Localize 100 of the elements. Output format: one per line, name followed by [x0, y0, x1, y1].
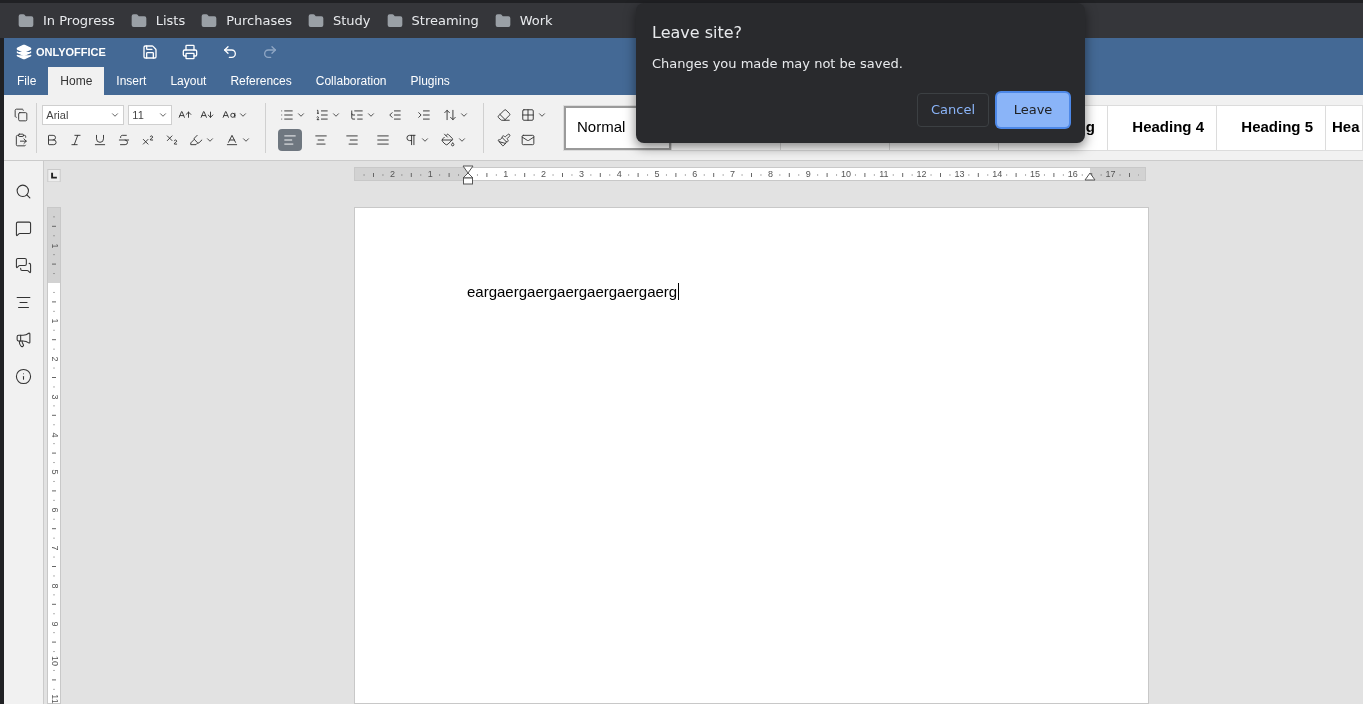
chat-icon[interactable] — [15, 257, 32, 274]
dialog-title: Leave site? — [652, 23, 744, 43]
save-icon — [142, 44, 158, 60]
ruler-number: 17 — [1105, 168, 1116, 180]
ruler-number: 9 — [805, 168, 811, 180]
multilevel-list-icon — [349, 108, 364, 122]
undo-icon — [222, 44, 238, 60]
ruler-number: 3 — [49, 394, 59, 400]
paintbrush-icon — [497, 133, 511, 147]
ruler-number: 8 — [767, 168, 773, 180]
align-center-icon — [313, 133, 328, 147]
indent-icon — [416, 108, 431, 122]
ruler-number: 7 — [730, 168, 736, 180]
search-icon[interactable] — [15, 183, 32, 200]
app-logo: ONLYOFFICE — [36, 44, 106, 60]
caret-icon — [537, 110, 547, 120]
caret-icon — [158, 110, 169, 120]
style-preset[interactable]: Heading 5 — [1216, 105, 1325, 150]
paint-bucket-icon — [440, 133, 455, 147]
font-name-select[interactable]: Arial — [42, 105, 125, 125]
underline-icon — [93, 133, 108, 147]
info-icon[interactable] — [15, 368, 32, 385]
style-preset[interactable]: Heading 4 — [1107, 105, 1216, 150]
caret-icon — [365, 110, 376, 120]
tab-stop-icon[interactable] — [47, 169, 61, 183]
ruler-number: 12 — [916, 168, 927, 180]
ruler-number: 2 — [541, 168, 547, 180]
outdent-icon — [387, 108, 402, 122]
leave-button[interactable]: Leave — [997, 93, 1069, 127]
ribbon-tab[interactable]: Home — [48, 67, 105, 95]
ribbon-tab[interactable]: Collaboration — [303, 67, 399, 95]
ruler-number: 6 — [692, 168, 698, 180]
ruler-number: 11 — [879, 168, 889, 180]
pilcrow-icon — [403, 133, 418, 147]
ruler-number: 2 — [389, 168, 395, 180]
color-scheme-icon — [521, 108, 535, 122]
justify-icon — [375, 133, 390, 147]
bold-icon — [45, 133, 60, 147]
ruler-number: 5 — [654, 168, 660, 180]
font-color-icon — [225, 133, 240, 147]
folder-icon — [308, 12, 324, 29]
ruler-number: 10 — [841, 168, 851, 180]
ruler-number: 9 — [49, 621, 59, 627]
ruler-number: 1 — [49, 243, 59, 249]
cancel-button[interactable]: Cancel — [917, 93, 989, 127]
ribbon-tab[interactable]: References — [218, 67, 304, 95]
folder-icon — [494, 12, 511, 29]
ruler-number: 4 — [49, 432, 59, 438]
ruler-number: 5 — [49, 469, 59, 475]
ruler-number: 13 — [954, 168, 965, 180]
bookmark-folder[interactable]: Work — [494, 10, 553, 31]
dialog-message: Changes you made may not be saved. — [652, 55, 904, 73]
envelope-icon — [521, 133, 535, 147]
ruler-number: 2 — [49, 356, 59, 362]
style-preset[interactable]: Hea — [1325, 105, 1362, 150]
bookmark-folder[interactable]: Streaming — [386, 10, 479, 31]
ruler-number: 1 — [49, 318, 59, 324]
ruler-number: 3 — [578, 168, 584, 180]
ruler-number: 6 — [49, 507, 59, 513]
undo-button[interactable] — [221, 43, 239, 61]
ribbon-tab[interactable]: Plugins — [398, 67, 462, 95]
caret-icon — [295, 110, 306, 120]
folder-icon — [18, 12, 34, 29]
bookmark-folder[interactable]: In Progress — [18, 10, 115, 31]
align-left-button[interactable] — [277, 129, 302, 151]
ruler-number: 10 — [49, 656, 59, 667]
align-left-icon — [282, 133, 297, 147]
indent-marker-icon[interactable] — [1084, 172, 1096, 181]
ribbon-tab[interactable]: File — [5, 67, 49, 95]
paste-icon — [14, 133, 28, 147]
bookmark-folder[interactable]: Purchases — [201, 10, 292, 31]
caret-icon — [456, 135, 467, 145]
comment-icon[interactable] — [15, 220, 32, 237]
caret-icon — [458, 110, 469, 120]
ruler-number: 4 — [616, 168, 622, 180]
font-size-select[interactable]: 11 — [128, 105, 173, 125]
subscript-icon — [165, 133, 180, 147]
logo-icon — [16, 44, 32, 60]
ruler-number: 8 — [49, 583, 59, 589]
ribbon-tab[interactable]: Layout — [158, 67, 219, 95]
folder-icon — [201, 12, 218, 29]
save-button[interactable] — [141, 43, 159, 61]
bookmark-folder[interactable]: Study — [308, 10, 371, 31]
indent-marker-icon[interactable] — [462, 165, 474, 185]
strikethrough-icon — [117, 133, 132, 147]
ribbon-tab[interactable]: Insert — [104, 67, 159, 95]
ruler-number: 11 — [49, 694, 59, 704]
copy-icon — [14, 108, 28, 122]
folder-icon — [386, 12, 403, 29]
ruler-number: 7 — [49, 545, 59, 551]
navigation-icon[interactable] — [15, 294, 32, 311]
printer-button[interactable] — [181, 43, 199, 61]
ruler-number: 14 — [992, 168, 1003, 180]
superscript-icon — [141, 133, 156, 147]
caret-icon — [330, 110, 341, 120]
caret-icon — [110, 110, 121, 120]
folder-icon — [130, 12, 147, 29]
megaphone-icon[interactable] — [15, 331, 32, 348]
ruler-number: 15 — [1030, 168, 1040, 180]
bookmark-folder[interactable]: Lists — [130, 10, 186, 31]
